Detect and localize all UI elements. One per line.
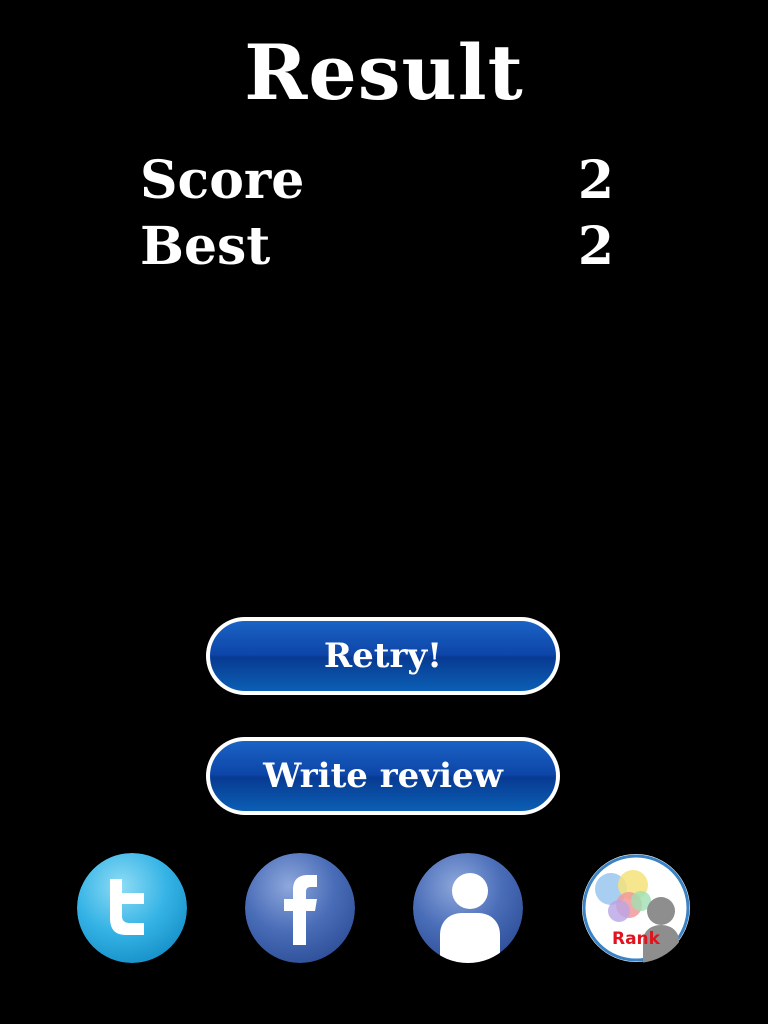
profile-button[interactable] [413, 853, 523, 963]
best-value: 2 [577, 216, 614, 277]
facebook-icon [245, 853, 355, 963]
result-title: Result [244, 28, 524, 117]
retry-button[interactable]: Retry! [206, 617, 560, 695]
rank-label: Rank [612, 929, 660, 949]
twitter-button[interactable] [77, 853, 187, 963]
profile-icon [413, 853, 523, 963]
best-row: Best 2 [140, 216, 620, 277]
twitter-icon [77, 853, 187, 963]
score-label: Score [140, 150, 305, 211]
rank-button[interactable]: Rank [581, 853, 691, 963]
best-label: Best [140, 216, 271, 277]
score-value: 2 [577, 150, 614, 211]
facebook-button[interactable] [245, 853, 355, 963]
write-review-button[interactable]: Write review [206, 737, 560, 815]
score-row: Score 2 [140, 150, 620, 211]
